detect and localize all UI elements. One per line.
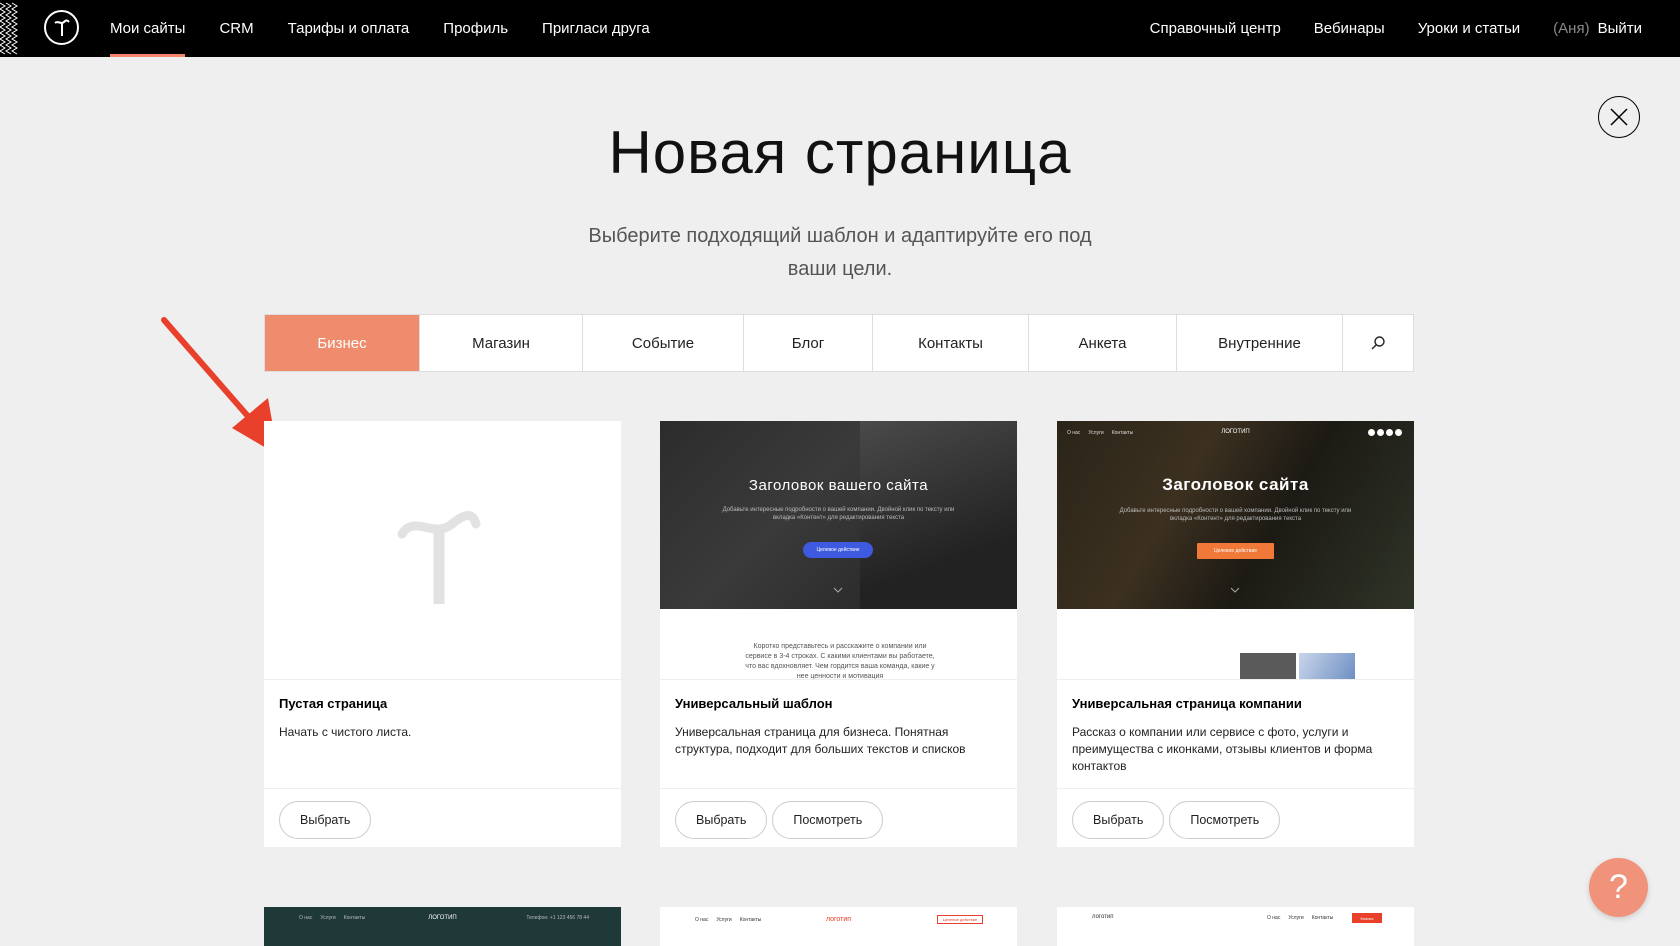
nav-lessons[interactable]: Уроки и статьи bbox=[1418, 0, 1520, 57]
template-name: Универсальный шаблон bbox=[675, 696, 833, 711]
select-button[interactable]: Выбрать bbox=[675, 801, 768, 839]
thumbnail-title: Заголовок сайта bbox=[1162, 475, 1309, 494]
social-icon bbox=[1377, 429, 1384, 436]
nav-invite-friend[interactable]: Пригласи друга bbox=[542, 0, 650, 57]
nav-tariffs[interactable]: Тарифы и оплата bbox=[288, 0, 410, 57]
thumbnail-menu-item: Контакты bbox=[1311, 915, 1334, 921]
card-actions: Выбрать bbox=[279, 801, 372, 839]
thumbnail-photo bbox=[1299, 653, 1355, 679]
thumbnail-cta: Кнопка bbox=[1352, 913, 1382, 923]
tab-survey[interactable]: Анкета bbox=[1029, 315, 1177, 371]
nav-profile[interactable]: Профиль bbox=[443, 0, 508, 57]
chevron-down-icon bbox=[1230, 587, 1240, 593]
logout-link[interactable]: Выйти bbox=[1598, 0, 1642, 57]
nav-my-sites[interactable]: Мои сайты bbox=[110, 0, 186, 57]
thumbnail-photo bbox=[1240, 653, 1296, 679]
thumbnail-hero: Заголовок вашего сайта Добавьте интересн… bbox=[660, 421, 1017, 609]
chevron-down-icon bbox=[833, 587, 843, 593]
question-mark-icon: ? bbox=[1609, 868, 1628, 906]
thumbnail-subtitle: Добавьте интересные подробности о вашей … bbox=[722, 507, 955, 521]
card-actions: Выбрать Посмотреть bbox=[1072, 801, 1281, 839]
page-subtitle: Выберите подходящий шаблон и адаптируйте… bbox=[588, 225, 1092, 280]
social-icon bbox=[1386, 429, 1393, 436]
thumbnail-logo: ЛОГОТИП bbox=[1221, 429, 1250, 435]
tab-internal[interactable]: Внутренние bbox=[1177, 315, 1343, 371]
template-thumbnail: О нас Услуги Контакты ЛОГОТИП Заголовок … bbox=[1057, 421, 1414, 679]
page-title: Новая страница bbox=[608, 119, 1072, 186]
thumbnail-body-text: Коротко представьтесь и расскажите о ком… bbox=[745, 643, 935, 679]
divider bbox=[264, 679, 621, 680]
search-icon bbox=[1371, 336, 1385, 350]
divider bbox=[1057, 679, 1414, 680]
card-actions: Выбрать Посмотреть bbox=[675, 801, 884, 839]
thumbnail-cta: Целевое действие bbox=[1197, 543, 1274, 559]
tab-shop[interactable]: Магазин bbox=[420, 315, 583, 371]
template-description: Универсальная страница для бизнеса. Поня… bbox=[675, 725, 966, 756]
thumbnail-phone: Телефон: +1 123 456 78 44 bbox=[526, 915, 589, 921]
thumbnail-menu: О нас Услуги Контакты bbox=[1267, 915, 1333, 921]
nav-webinars[interactable]: Вебинары bbox=[1314, 0, 1385, 57]
template-name: Универсальная страница компании bbox=[1072, 696, 1302, 711]
tab-contacts[interactable]: Контакты bbox=[873, 315, 1029, 371]
divider bbox=[660, 788, 1017, 789]
template-description: Начать с чистого листа. bbox=[279, 725, 412, 739]
nav-help-center[interactable]: Справочный центр bbox=[1150, 0, 1281, 57]
template-card-universal[interactable]: Заголовок вашего сайта Добавьте интересн… bbox=[660, 421, 1017, 847]
divider bbox=[1057, 788, 1414, 789]
template-description: Рассказ о компании или сервисе с фото, у… bbox=[1072, 725, 1373, 773]
social-icons bbox=[1368, 429, 1402, 436]
template-card-company[interactable]: О нас Услуги Контакты ЛОГОТИП Заголовок … bbox=[1057, 421, 1414, 847]
nav-crm[interactable]: CRM bbox=[219, 0, 253, 57]
top-navigation-bar: Мои сайты CRM Тарифы и оплата Профиль Пр… bbox=[0, 0, 1680, 57]
category-tabs: Бизнес Магазин Событие Блог Контакты Анк… bbox=[264, 314, 1414, 372]
template-card-blank[interactable]: Пустая страница Начать с чистого листа. … bbox=[264, 421, 621, 847]
divider bbox=[264, 788, 621, 789]
template-name: Пустая страница bbox=[279, 696, 388, 711]
divider bbox=[660, 679, 1017, 680]
thumbnail-logo: логотип bbox=[1092, 914, 1114, 920]
template-card-partial[interactable]: О нас Услуги Контакты логотип Целевое де… bbox=[660, 907, 1017, 946]
tab-search[interactable] bbox=[1343, 315, 1413, 371]
thumbnail-hero: О нас Услуги Контакты ЛОГОТИП Заголовок … bbox=[1057, 421, 1414, 609]
tab-blog[interactable]: Блог bbox=[744, 315, 873, 371]
user-name: (Аня) bbox=[1553, 20, 1590, 37]
social-icon bbox=[1368, 429, 1375, 436]
template-card-partial[interactable]: логотип О нас Услуги Контакты Кнопка bbox=[1057, 907, 1414, 946]
preview-button[interactable]: Посмотреть bbox=[1169, 801, 1281, 839]
tilda-logo-icon[interactable] bbox=[44, 10, 79, 45]
secondary-nav: Справочный центр Вебинары Уроки и статьи… bbox=[1117, 0, 1642, 57]
template-card-partial[interactable]: О нас Услуги Контакты ЛОГОТИП Телефон: +… bbox=[264, 907, 621, 946]
tilda-watermark-icon bbox=[397, 511, 481, 604]
tab-event[interactable]: Событие bbox=[583, 315, 744, 371]
template-thumbnail: Заголовок вашего сайта Добавьте интересн… bbox=[660, 421, 1017, 679]
thumbnail-cta: Целевое действие bbox=[937, 915, 983, 924]
thumbnail-menu-item: Услуги bbox=[1288, 915, 1304, 921]
main-nav: Мои сайты CRM Тарифы и оплата Профиль Пр… bbox=[110, 0, 684, 57]
thumbnail-cta: Целевое действие bbox=[803, 542, 873, 558]
template-thumbnail bbox=[264, 421, 621, 679]
thumbnail-title: Заголовок вашего сайта bbox=[748, 477, 929, 494]
preview-button[interactable]: Посмотреть bbox=[772, 801, 884, 839]
select-button[interactable]: Выбрать bbox=[279, 801, 372, 839]
help-button[interactable]: ? bbox=[1589, 858, 1648, 917]
social-icon bbox=[1395, 429, 1402, 436]
thumbnail-subtitle: Добавьте интересные подробности о вашей … bbox=[1119, 508, 1352, 522]
select-button[interactable]: Выбрать bbox=[1072, 801, 1165, 839]
zigzag-decoration-icon bbox=[0, 2, 18, 55]
thumbnail-menu-item: О нас bbox=[1267, 915, 1281, 921]
